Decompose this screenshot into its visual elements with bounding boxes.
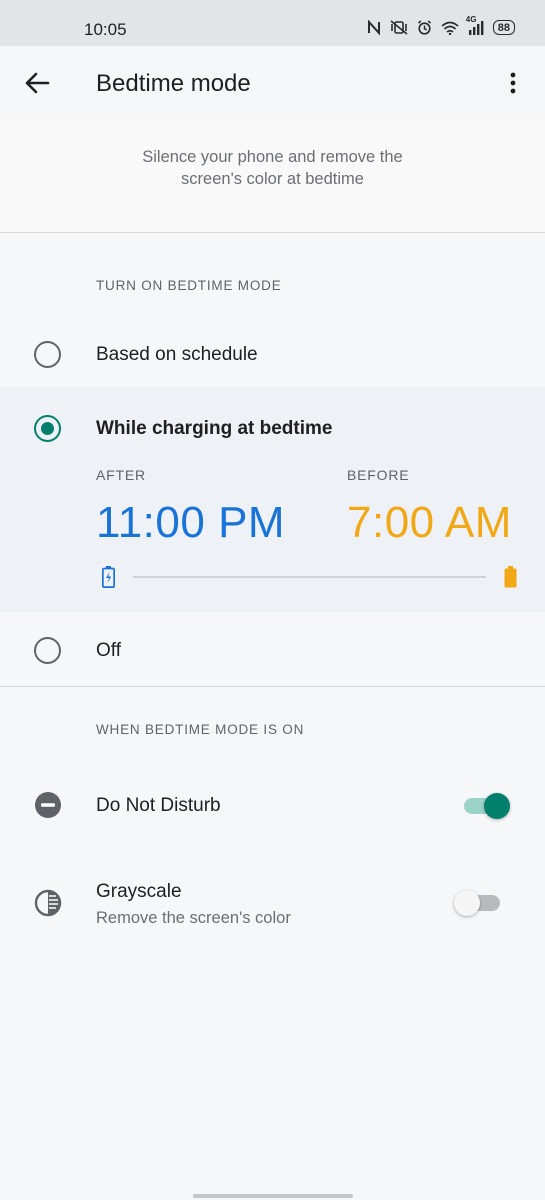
time-range-track: [133, 576, 486, 578]
back-button[interactable]: [20, 68, 54, 102]
do-not-disturb-icon: [34, 791, 62, 819]
radio-button[interactable]: [34, 637, 61, 664]
intro-line-1: Silence your phone and remove the: [142, 148, 403, 166]
radio-label: Based on schedule: [96, 344, 258, 365]
intro-panel: Silence your phone and remove the screen…: [0, 122, 545, 232]
battery-icon: 88: [492, 20, 515, 35]
vibrate-off-icon: [390, 20, 408, 35]
after-label: AFTER: [96, 467, 146, 483]
battery-charging-icon: [101, 566, 116, 593]
do-not-disturb-toggle[interactable]: [464, 793, 510, 819]
page-title: Bedtime mode: [96, 70, 251, 97]
network-label: 4G: [465, 14, 477, 24]
arrow-left-icon: [24, 72, 50, 99]
status-bar: 10:05 4G 88: [0, 0, 545, 46]
wifi-icon: [441, 21, 459, 35]
intro-line-2: screen's color at bedtime: [181, 170, 364, 188]
app-bar: Bedtime mode: [0, 46, 545, 122]
radio-button[interactable]: [34, 341, 61, 368]
divider: [0, 232, 545, 233]
status-icons: 4G 88: [367, 15, 515, 35]
section-header-when-on: WHEN BEDTIME MODE IS ON: [96, 722, 305, 737]
alarm-icon: [417, 20, 432, 35]
setting-title: Grayscale: [96, 881, 182, 902]
status-time: 10:05: [84, 20, 127, 39]
radio-option-schedule[interactable]: Based on schedule: [0, 320, 545, 386]
more-vert-icon: [510, 72, 516, 99]
section-header-turn-on: TURN ON BEDTIME MODE: [96, 278, 282, 293]
signal-icon: 4G: [466, 15, 484, 35]
grayscale-toggle[interactable]: [454, 890, 500, 916]
battery-full-icon: [504, 566, 517, 593]
setting-title: Do Not Disturb: [96, 795, 221, 816]
toggle-thumb: [454, 890, 480, 916]
setting-subtitle: Remove the screen's color: [96, 909, 291, 927]
more-options-button[interactable]: [499, 68, 527, 102]
radio-button-selected[interactable]: [34, 415, 61, 442]
before-time[interactable]: 7:00 AM: [347, 498, 512, 548]
radio-option-charging[interactable]: While charging at bedtime: [0, 386, 545, 466]
toggle-thumb: [484, 793, 510, 819]
home-indicator[interactable]: [193, 1194, 353, 1198]
radio-label: While charging at bedtime: [96, 418, 333, 439]
grayscale-icon: [34, 889, 62, 917]
radio-label: Off: [96, 640, 121, 661]
radio-option-off[interactable]: Off: [0, 612, 545, 686]
setting-grayscale[interactable]: Grayscale Remove the screen's color: [0, 866, 545, 942]
intro-text: Silence your phone and remove the screen…: [60, 146, 485, 190]
before-label: BEFORE: [347, 467, 410, 483]
nfc-icon: [367, 20, 381, 35]
after-time[interactable]: 11:00 PM: [96, 498, 285, 548]
setting-do-not-disturb[interactable]: Do Not Disturb: [0, 770, 545, 842]
battery-level: 88: [497, 21, 510, 34]
divider: [0, 686, 545, 687]
